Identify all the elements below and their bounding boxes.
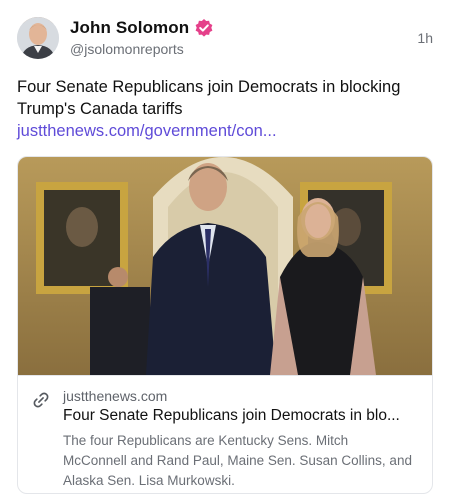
article-photo[interactable] [18, 157, 433, 375]
author-handle[interactable]: @jsolomonreports [70, 41, 184, 57]
link-preview-card[interactable]: justthenews.com Four Senate Republicans … [17, 156, 433, 494]
card-description: The four Republicans are Kentucky Sens. … [63, 433, 412, 488]
verified-badge-icon [195, 19, 213, 37]
link-icon [33, 392, 49, 408]
author-line: John Solomon [70, 16, 214, 40]
post-link[interactable]: justthenews.com/government/con... [17, 122, 277, 140]
post-timestamp[interactable]: 1h [417, 30, 433, 46]
author-name[interactable]: John Solomon [70, 18, 189, 38]
link-card-body: justthenews.com Four Senate Republicans … [18, 375, 432, 493]
card-domain: justthenews.com [63, 388, 168, 404]
social-post: John Solomon @jsolomonreports 1h Four Se… [0, 0, 450, 500]
post-body-text: Four Senate Republicans join Democrats i… [17, 78, 401, 118]
avatar-photo-icon [17, 17, 59, 59]
card-title[interactable]: Four Senate Republicans join Democrats i… [63, 407, 423, 425]
author-avatar[interactable] [17, 17, 59, 59]
post-text: Four Senate Republicans join Democrats i… [17, 76, 437, 142]
